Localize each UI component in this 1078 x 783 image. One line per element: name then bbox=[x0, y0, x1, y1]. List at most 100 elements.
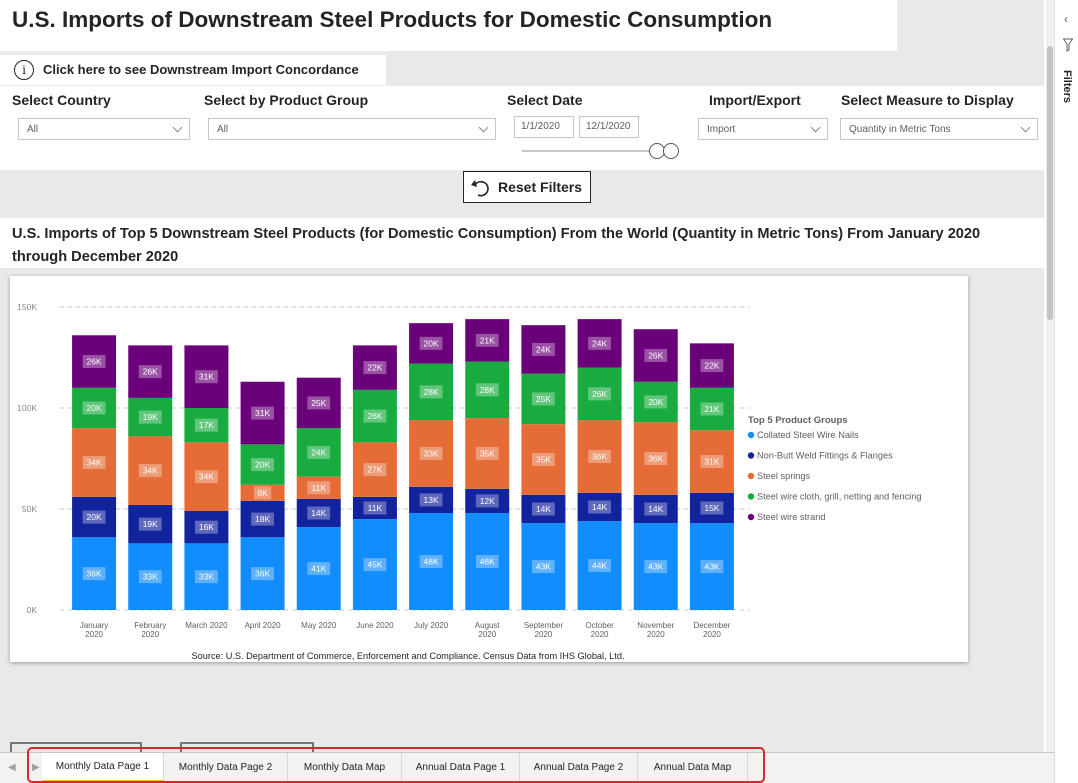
data-label: 33K bbox=[199, 572, 214, 582]
y-tick-label: 50K bbox=[22, 504, 37, 514]
x-tick-label: 2020 bbox=[478, 630, 496, 639]
data-label: 24K bbox=[311, 447, 326, 457]
stacked-bar-chart[interactable]: 0K 50K 100K 150K 36K 20K 34K 20K 26K January 2020 3… bbox=[10, 276, 968, 662]
measure-dropdown[interactable]: Quantity in Metric Tons bbox=[840, 118, 1038, 140]
x-tick-label: August bbox=[475, 621, 501, 630]
x-tick-label: 2020 bbox=[703, 630, 721, 639]
legend-entry: Steel springs bbox=[757, 471, 811, 481]
data-label: 26K bbox=[143, 367, 158, 377]
chevron-down-icon bbox=[478, 122, 489, 133]
data-label: 18K bbox=[255, 514, 270, 524]
data-label: 19K bbox=[143, 519, 158, 529]
x-tick-label: 2020 bbox=[85, 630, 103, 639]
funnel-icon bbox=[1063, 38, 1073, 52]
start-date-input[interactable]: 1/1/2020 bbox=[514, 116, 574, 138]
data-label: 35K bbox=[536, 455, 551, 465]
data-label: 15K bbox=[704, 503, 719, 513]
data-label: 26K bbox=[87, 357, 102, 367]
chart-title: U.S. Imports of Top 5 Downstream Steel P… bbox=[12, 226, 981, 265]
tab-monthly-data-page-1[interactable]: Monthly Data Page 1 bbox=[42, 753, 164, 783]
data-label: 25K bbox=[536, 394, 551, 404]
data-label: 28K bbox=[480, 385, 495, 395]
tab-monthly-data-page-2[interactable]: Monthly Data Page 2 bbox=[164, 753, 288, 783]
legend-title: Top 5 Product Groups bbox=[748, 415, 848, 426]
x-tick-label: September bbox=[524, 621, 563, 630]
scrollbar-thumb[interactable] bbox=[1047, 46, 1053, 320]
data-label: 36K bbox=[255, 569, 270, 579]
tab-scroll-left-icon[interactable]: ◀ bbox=[8, 762, 16, 773]
vertical-scrollbar[interactable] bbox=[1046, 0, 1054, 752]
concordance-link-text: Click here to see Downstream Import Conc… bbox=[43, 62, 359, 77]
data-label: 26K bbox=[592, 389, 607, 399]
y-tick-label: 0K bbox=[27, 605, 38, 615]
data-label: 28K bbox=[424, 387, 439, 397]
data-label: 26K bbox=[367, 411, 382, 421]
data-label: 25K bbox=[311, 398, 326, 408]
x-tick-label: March 2020 bbox=[185, 621, 228, 630]
bottom-button-left[interactable] bbox=[10, 742, 142, 752]
data-label: 12K bbox=[480, 496, 495, 506]
chart-source: Source: U.S. Department of Commerce, Enf… bbox=[191, 651, 624, 661]
data-label: 41K bbox=[311, 564, 326, 574]
data-label: 33K bbox=[424, 448, 439, 458]
reset-filters-label: Reset Filters bbox=[498, 179, 583, 195]
data-label: 36K bbox=[87, 569, 102, 579]
report-canvas: U.S. Imports of Downstream Steel Product… bbox=[0, 0, 1044, 752]
chart-title-box: U.S. Imports of Top 5 Downstream Steel P… bbox=[0, 218, 1044, 268]
legend-marker bbox=[747, 472, 755, 480]
reset-filters-button[interactable]: Reset Filters bbox=[463, 171, 591, 203]
data-label: 11K bbox=[368, 503, 383, 513]
undo-icon bbox=[471, 180, 489, 197]
tab-scroll-right-icon[interactable]: ▶ bbox=[32, 762, 40, 773]
x-tick-label: April 2020 bbox=[245, 621, 282, 630]
data-label: 21K bbox=[480, 335, 495, 345]
x-tick-label: 2020 bbox=[535, 630, 553, 639]
product-group-dropdown[interactable]: All bbox=[208, 118, 496, 140]
tab-annual-data-page-1[interactable]: Annual Data Page 1 bbox=[402, 753, 520, 783]
data-label: 26K bbox=[648, 350, 663, 360]
data-label: 43K bbox=[704, 562, 719, 572]
data-label: 31K bbox=[199, 372, 214, 382]
x-tick-label: October bbox=[585, 621, 614, 630]
data-label: 36K bbox=[592, 451, 607, 461]
data-label: 31K bbox=[704, 457, 719, 467]
x-tick-label: February bbox=[134, 621, 166, 630]
filters-pane[interactable]: ‹ Filters bbox=[1054, 0, 1078, 783]
data-label: 8K bbox=[257, 488, 268, 498]
data-label: 14K bbox=[592, 502, 607, 512]
concordance-link[interactable]: i Click here to see Downstream Import Co… bbox=[0, 55, 386, 85]
data-label: 27K bbox=[367, 465, 382, 475]
data-label: 36K bbox=[648, 454, 663, 464]
data-label: 14K bbox=[536, 504, 551, 514]
bottom-button-right[interactable] bbox=[180, 742, 314, 752]
data-label: 22K bbox=[367, 363, 382, 373]
tab-monthly-data-map[interactable]: Monthly Data Map bbox=[288, 753, 402, 783]
tab-annual-data-map[interactable]: Annual Data Map bbox=[638, 753, 748, 783]
x-tick-label: 2020 bbox=[647, 630, 665, 639]
legend-marker bbox=[747, 452, 755, 459]
data-label: 13K bbox=[424, 495, 439, 505]
legend-entry: Steel wire strand bbox=[757, 512, 825, 522]
x-tick-label: May 2020 bbox=[301, 621, 337, 630]
x-tick-label: 2020 bbox=[591, 630, 609, 639]
legend-entry: Collated Steel Wire Nails bbox=[757, 430, 859, 440]
data-label: 14K bbox=[648, 504, 663, 514]
data-label: 16K bbox=[199, 522, 214, 532]
measure-slicer-label: Select Measure to Display bbox=[841, 92, 1014, 108]
country-dropdown-value: All bbox=[27, 124, 39, 135]
country-dropdown[interactable]: All bbox=[18, 118, 190, 140]
date-slicer-label: Select Date bbox=[507, 92, 583, 108]
chevron-down-icon bbox=[810, 122, 821, 133]
import-export-dropdown[interactable]: Import bbox=[698, 118, 828, 140]
measure-dropdown-value: Quantity in Metric Tons bbox=[849, 124, 951, 135]
data-label: 24K bbox=[592, 338, 607, 348]
import-export-slicer-label: Import/Export bbox=[709, 92, 801, 108]
chevron-down-icon bbox=[1020, 122, 1031, 133]
end-date-input[interactable]: 12/1/2020 bbox=[579, 116, 639, 138]
date-range-slider-track[interactable] bbox=[522, 150, 656, 152]
data-label: 22K bbox=[704, 361, 719, 371]
date-slider-end-handle[interactable] bbox=[663, 143, 679, 159]
data-label: 20K bbox=[87, 403, 102, 413]
tab-annual-data-page-2[interactable]: Annual Data Page 2 bbox=[520, 753, 638, 783]
chevron-left-icon[interactable]: ‹ bbox=[1064, 12, 1068, 26]
